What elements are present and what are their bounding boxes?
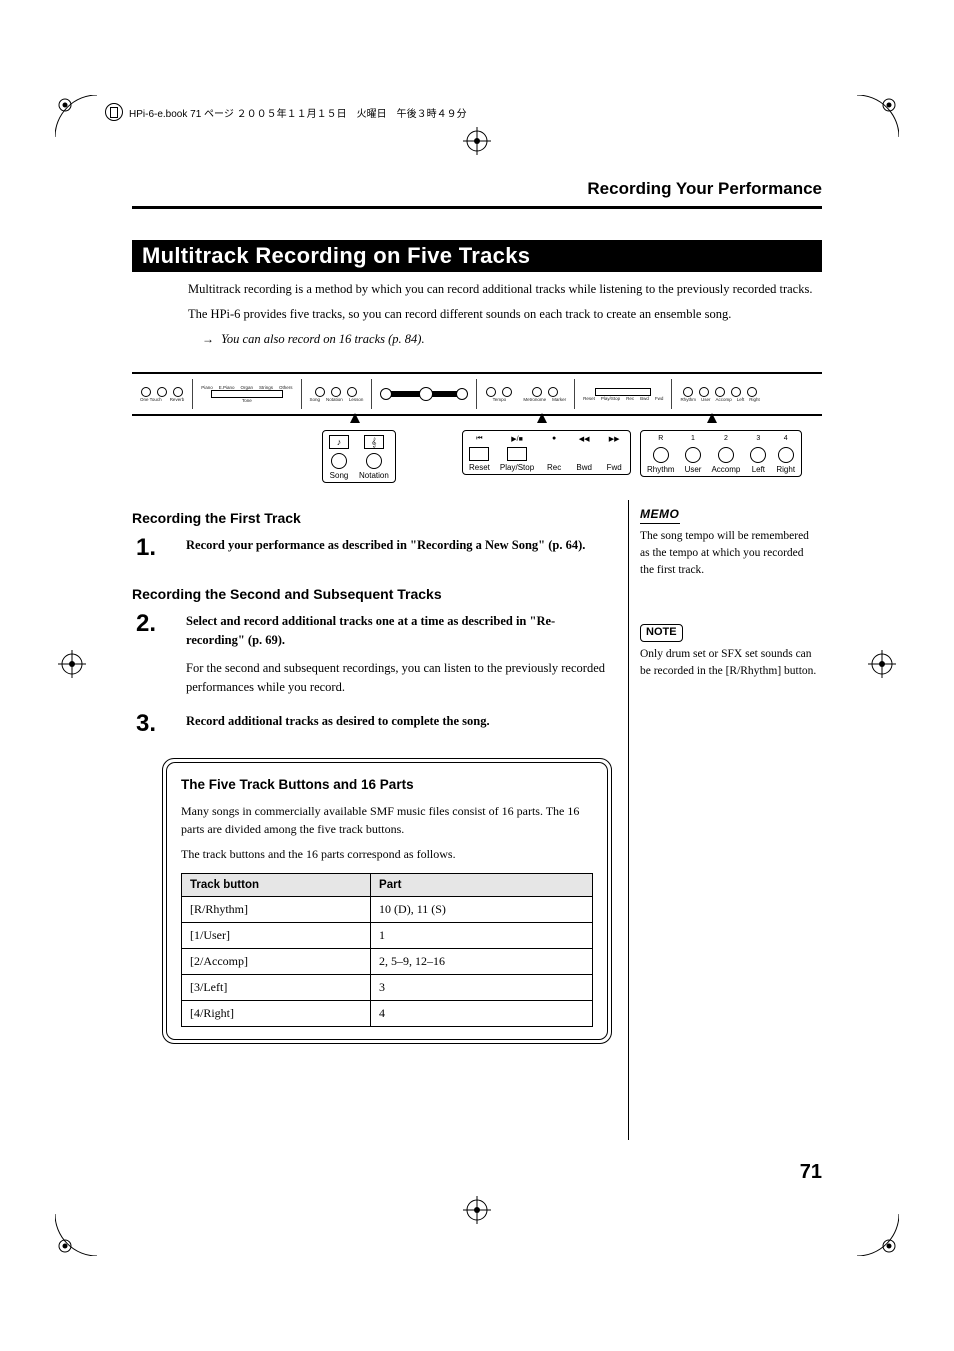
reg-target-bottom (463, 1196, 491, 1224)
box-p2: The track buttons and the 16 parts corre… (181, 845, 593, 864)
panel-strip: One TouchReverb PianoE.PianoOrganStrings… (132, 372, 822, 416)
page-number: 71 (800, 1161, 822, 1184)
reg-target-top (463, 127, 491, 155)
box-p1: Many songs in commercially available SMF… (181, 802, 593, 839)
callout-song-notation: ♪Song 𝄞Notation (322, 430, 396, 483)
subhead-second-track: Recording the Second and Subsequent Trac… (132, 586, 612, 602)
memo-tag: MEMO (640, 506, 680, 524)
callout-transport: ⏮Reset ▶/■Play/Stop ●Rec ◀◀Bwd ▶▶Fwd (462, 430, 631, 475)
reg-target-left (58, 650, 86, 678)
callout-tracks: RRhythm 1User 2Accomp 3Left 4Right (640, 430, 802, 477)
chapter-title: Multitrack Recording on Five Tracks (142, 243, 530, 269)
note-tag: NOTE (640, 624, 683, 642)
header-rule (132, 206, 822, 209)
reg-target-right (868, 650, 896, 678)
intro-note-text: You can also record on 16 tracks (p. 84)… (221, 332, 424, 346)
info-box: The Five Track Buttons and 16 Parts Many… (162, 758, 612, 1045)
book-header-text: HPi-6-e.book 71 ページ ２００５年１１月１５日 火曜日 午後３時… (129, 105, 467, 120)
step-2-num: 2. (132, 612, 186, 636)
section-title: Recording Your Performance (587, 179, 822, 199)
chapter-band: Multitrack Recording on Five Tracks (132, 240, 822, 272)
step-3-text: Record additional tracks as desired to c… (186, 714, 490, 728)
crop-mark-br (857, 1214, 899, 1256)
crop-mark-tr (857, 95, 899, 137)
crop-mark-tl (55, 95, 97, 137)
callout-lead-2 (537, 413, 547, 423)
arrow-icon: → (202, 332, 214, 346)
step-1-num: 1. (132, 536, 186, 560)
th-part: Part (371, 874, 593, 897)
table-row: [1/User]1 (182, 923, 593, 949)
book-header: HPi-6-e.book 71 ページ ２００５年１１月１５日 火曜日 午後３時… (105, 101, 467, 123)
table-row: [2/Accomp]2, 5–9, 12–16 (182, 949, 593, 975)
box-title: The Five Track Buttons and 16 Parts (181, 777, 593, 792)
book-icon (105, 103, 123, 121)
step-3-num: 3. (132, 712, 186, 736)
intro-note: → You can also record on 16 tracks (p. 8… (202, 330, 822, 349)
step-1-text: Record your performance as described in … (186, 538, 585, 552)
subhead-first-track: Recording the First Track (132, 510, 612, 526)
intro-p2: The HPi-6 provides five tracks, so you c… (188, 305, 822, 324)
step-2-plain: For the second and subsequent recordings… (186, 659, 612, 698)
memo-text: The song tempo will be remembered as the… (640, 528, 820, 578)
track-part-table: Track button Part [R/Rhythm]10 (D), 11 (… (181, 873, 593, 1027)
callout-lead-1 (350, 413, 360, 423)
crop-mark-bl (55, 1214, 97, 1256)
intro-p1: Multitrack recording is a method by whic… (188, 280, 822, 299)
table-row: [R/Rhythm]10 (D), 11 (S) (182, 897, 593, 923)
sidebar-divider (628, 500, 629, 1140)
table-row: [3/Left]3 (182, 975, 593, 1001)
note-text: Only drum set or SFX set sounds can be r… (640, 646, 820, 679)
th-track: Track button (182, 874, 371, 897)
table-row: [4/Right]4 (182, 1001, 593, 1027)
callout-lead-3 (707, 413, 717, 423)
step-2-text: Select and record additional tracks one … (186, 614, 555, 647)
